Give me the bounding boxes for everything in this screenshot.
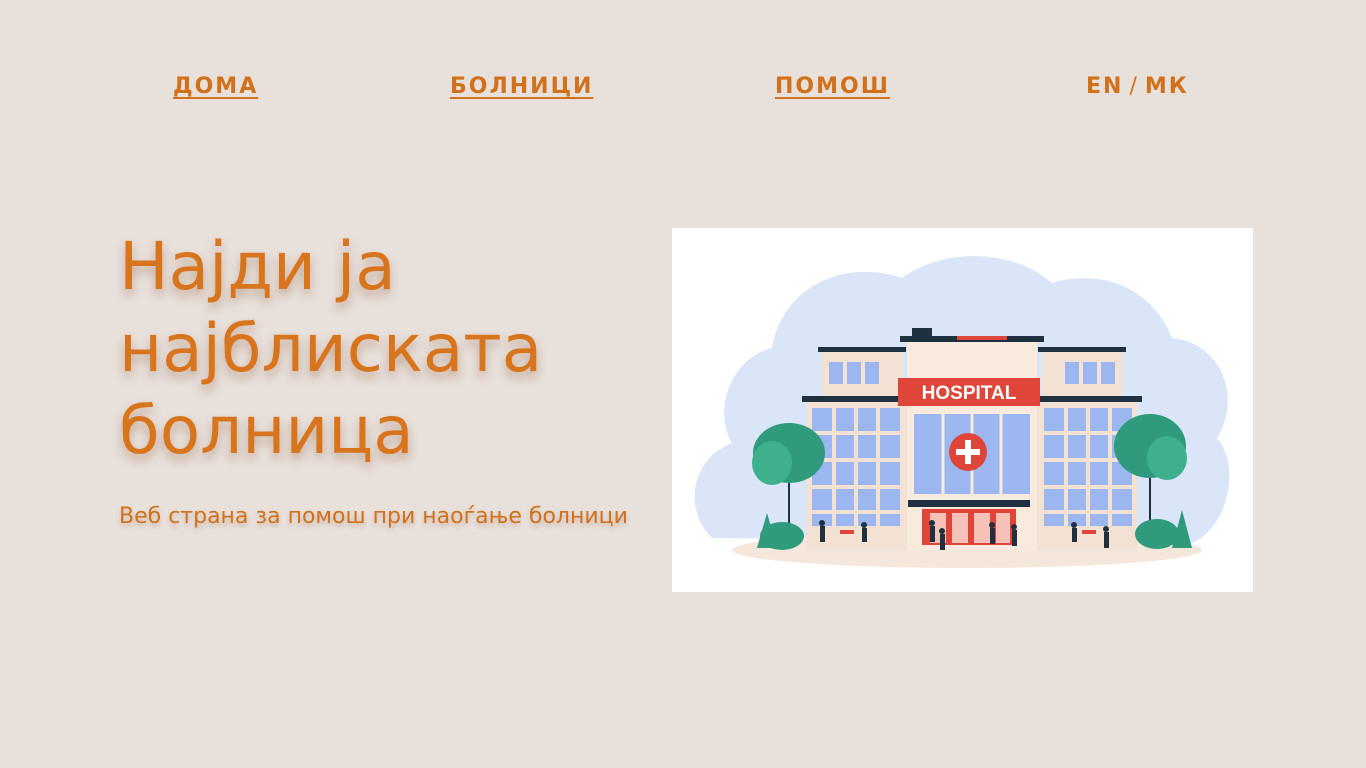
hero-title-line-2: најблиската: [119, 310, 543, 387]
lang-mk-link[interactable]: МК: [1145, 74, 1189, 99]
language-switcher: EN / МК: [1086, 74, 1189, 99]
hero-title: Најди ја најблиската болница: [119, 226, 619, 472]
hero-title-line-3: болница: [119, 392, 414, 469]
hero-subtitle: Веб страна за помош при наоѓање болници: [119, 504, 628, 529]
hospital-illustration: HOSPITAL: [672, 228, 1253, 592]
hospital-sign-text: HOSPITAL: [922, 383, 1017, 404]
lang-separator: /: [1129, 74, 1139, 99]
top-navigation: ДОМА БОЛНИЦИ ПОМОШ EN / МК: [0, 74, 1366, 108]
hospital-image: HOSPITAL: [694, 256, 1230, 568]
lang-en-link[interactable]: EN: [1086, 74, 1123, 99]
nav-link-home[interactable]: ДОМА: [173, 74, 258, 99]
nav-link-hospitals[interactable]: БОЛНИЦИ: [450, 74, 593, 99]
hero-title-line-1: Најди ја: [119, 228, 396, 305]
nav-link-help[interactable]: ПОМОШ: [775, 74, 890, 99]
